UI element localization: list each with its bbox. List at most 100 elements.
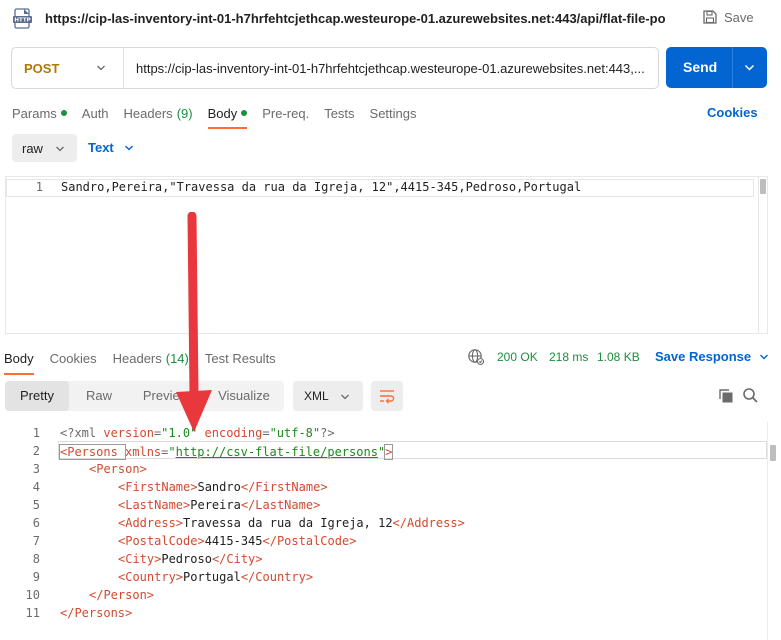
chevron-down-icon[interactable] (744, 62, 755, 73)
tab-response-cookies[interactable]: Cookies (50, 349, 97, 367)
xml-value: Travessa da rua da Igreja, 12 (183, 516, 393, 530)
tab-response-body[interactable]: Body (4, 349, 34, 375)
xml-tag: </Country> (240, 570, 314, 584)
body-format-label: Text (88, 140, 114, 155)
line-number: 10 (25, 588, 40, 602)
tab-tests[interactable]: Tests (324, 104, 354, 122)
tab-auth-label: Auth (81, 105, 109, 121)
xml-persons-close-line: </Persons> (60, 606, 133, 620)
xml-city-line: <City>Pedroso</City> (118, 552, 263, 566)
line-number: 1 (32, 426, 40, 440)
send-label: Send (683, 59, 718, 75)
tab-params-label: Params (12, 105, 57, 121)
xml-tag: > (384, 444, 394, 460)
editor-scroll-gutter (758, 177, 759, 333)
xml-value: 4415-345 (204, 534, 263, 548)
tab-prereq[interactable]: Pre-req. (262, 104, 309, 122)
tab-body-label: Body (207, 105, 238, 121)
request-body-editor[interactable]: 1 Sandro,Pereira,"Travessa da rua da Igr… (5, 176, 768, 334)
body-mode-label: raw (22, 141, 43, 156)
xml-tag: </PostalCode> (262, 534, 357, 548)
url-input[interactable]: https://cip-las-inventory-int-01-h7hrfeh… (136, 61, 652, 76)
xml-tag: <LastName> (118, 498, 191, 512)
xml-tag: </City> (211, 552, 263, 566)
view-tab-pretty[interactable]: Pretty (5, 381, 69, 411)
chevron-down-icon (760, 354, 769, 359)
xml-value: Pereira (190, 498, 241, 512)
globe-network-icon[interactable] (467, 348, 485, 366)
xml-tag: </FirstName> (240, 480, 328, 494)
response-size[interactable]: 1.08 KB (597, 350, 640, 364)
params-indicator-dot (60, 110, 67, 116)
namespace-link[interactable]: http://csv-flat-file/persons (176, 445, 378, 459)
tab-params[interactable]: Params (12, 104, 67, 122)
method-select[interactable]: POST (12, 48, 124, 88)
tab-body[interactable]: Body (207, 104, 248, 129)
xml-value: Pedroso (161, 552, 212, 566)
search-icon[interactable] (742, 387, 759, 404)
response-format-select[interactable]: XML (293, 381, 363, 411)
chevron-down-icon (124, 145, 133, 150)
tab-auth[interactable]: Auth (82, 104, 109, 122)
tab-headers[interactable]: Headers (9) (124, 104, 193, 122)
save-response-label: Save Response (655, 349, 752, 364)
tab-response-headers-label: Headers (112, 350, 162, 366)
tab-tests-label: Tests (324, 105, 355, 121)
editor-scroll-gutter (767, 422, 768, 640)
xml-tag: <PostalCode> (118, 534, 205, 548)
xml-string: "utf-8" (269, 426, 321, 440)
request-tabs: Params Auth Headers (9) Body Pre-req. Tes… (12, 104, 432, 129)
line-number: 8 (32, 552, 40, 566)
tab-prereq-label: Pre-req. (262, 105, 310, 121)
line-number: 3 (32, 462, 40, 476)
url-bar: POST https://cip-las-inventory-int-01-h7… (11, 47, 659, 89)
xml-tag: <Persons (58, 444, 127, 460)
response-tabs: Body Cookies Headers (14) Test Results (4, 349, 292, 375)
body-mode-select[interactable]: raw (12, 134, 77, 162)
xml-string: " (168, 445, 176, 459)
response-time[interactable]: 218 ms (549, 350, 588, 364)
status-code[interactable]: 200 OK (497, 350, 538, 364)
tab-headers-label: Headers (123, 105, 173, 121)
wrap-lines-button[interactable] (371, 381, 403, 411)
http-file-icon: HTTP (13, 8, 32, 29)
request-title[interactable]: https://cip-las-inventory-int-01-h7hrfeh… (45, 11, 665, 26)
xml-token: ?> (320, 426, 335, 440)
xml-firstname-line: <FirstName>Sandro</FirstName> (118, 480, 328, 494)
tab-response-body-label: Body (4, 350, 34, 366)
chevron-down-icon (97, 65, 105, 71)
red-arrow-annotation (176, 212, 212, 432)
tab-settings[interactable]: Settings (370, 104, 417, 122)
tab-response-cookies-label: Cookies (49, 350, 97, 366)
xml-postalcode-line: <PostalCode>4415-345</PostalCode> (118, 534, 356, 548)
xml-tag: <Address> (118, 516, 184, 530)
request-title-bar: HTTP https://cip-las-inventory-int-01-h7… (0, 0, 781, 38)
xml-persons-open-line: <Persons xmlns="http://csv-flat-file/per… (58, 444, 394, 460)
send-button[interactable]: Send (666, 47, 767, 88)
send-divider (732, 47, 733, 88)
line-number: 11 (25, 606, 40, 620)
xml-attr: version (103, 426, 154, 440)
xml-tag: <FirstName> (118, 480, 198, 494)
xml-lastname-line: <LastName>Pereira</LastName> (118, 498, 320, 512)
headers-count: (9) (176, 105, 193, 121)
xml-person-close-line: </Person> (89, 588, 155, 602)
save-button[interactable]: Save (702, 9, 754, 25)
svg-text:HTTP: HTTP (14, 18, 30, 24)
cookies-link[interactable]: Cookies (707, 105, 758, 120)
save-icon (703, 10, 717, 24)
xml-token: <?xml (60, 426, 104, 440)
xml-tag: </Address> (392, 516, 465, 530)
xml-tag: <City> (118, 552, 162, 566)
response-body-editor[interactable]: 1 2 3 4 5 6 7 8 9 10 11 <?xml version="1… (0, 422, 776, 640)
copy-icon[interactable] (718, 388, 734, 404)
save-response-button[interactable]: Save Response (655, 349, 769, 364)
xml-address-line: <Address>Travessa da rua da Igreja, 12</… (118, 516, 465, 530)
view-tab-raw[interactable]: Raw (69, 381, 129, 411)
vertical-scrollbar-thumb[interactable] (770, 445, 776, 461)
xml-value: Portugal (183, 570, 241, 584)
vertical-scrollbar-thumb[interactable] (760, 179, 766, 194)
line-number: 4 (32, 480, 40, 494)
body-format-select[interactable]: Text (88, 140, 134, 155)
xml-token: = (262, 426, 270, 440)
